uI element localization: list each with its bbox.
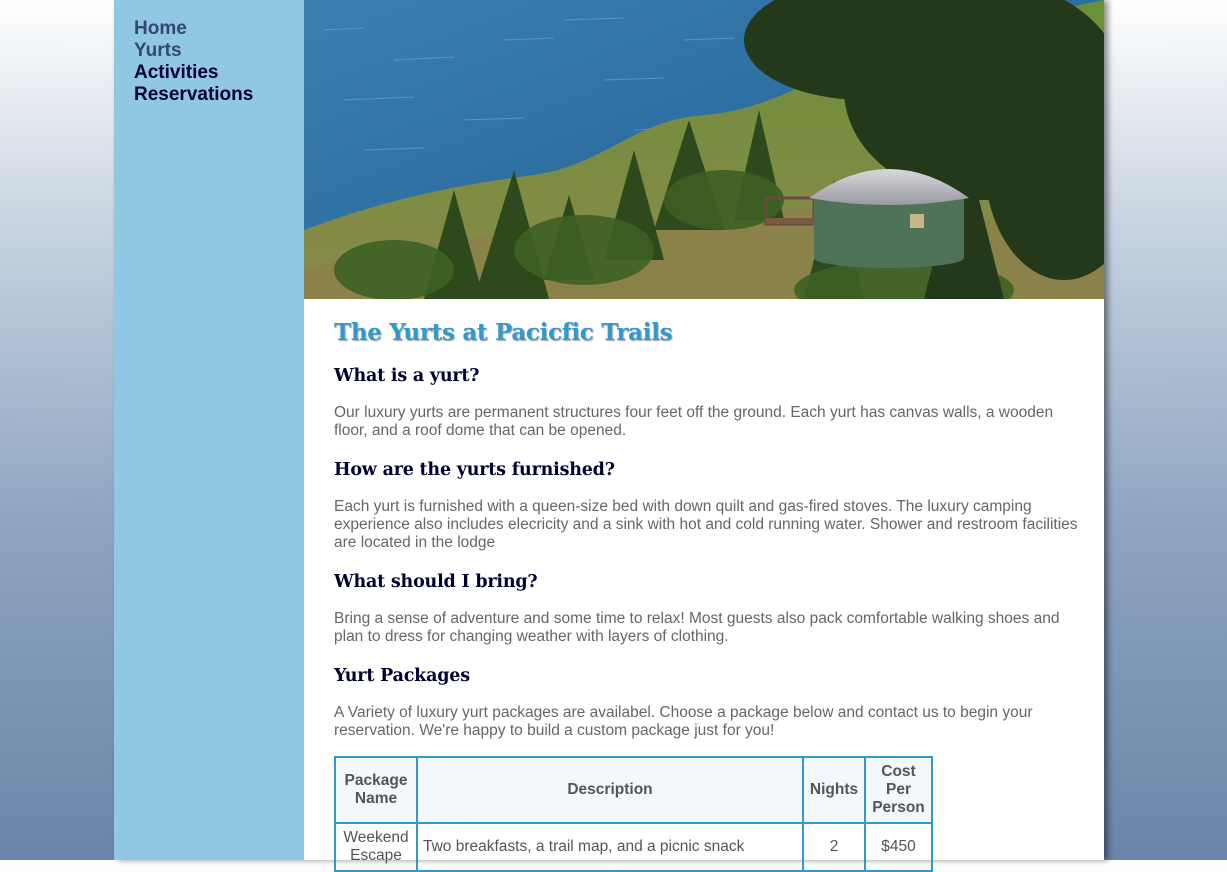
header-cost: Cost Per Person bbox=[864, 756, 933, 824]
table-row: Weekend Escape Two breakfasts, a trail m… bbox=[334, 822, 933, 872]
section-text-bring: Bring a sense of adventure and some time… bbox=[334, 610, 1060, 645]
cell-cost: $450 bbox=[864, 822, 933, 872]
section-text-furnished: Each yurt is furnished with a queen-size… bbox=[334, 498, 1078, 551]
nav-link-reservations[interactable]: Reservations bbox=[134, 84, 304, 106]
section-heading-what-is-yurt: What is a yurt? bbox=[334, 366, 480, 386]
hero-image-yurt-coast bbox=[304, 0, 1104, 299]
section-heading-packages: Yurt Packages bbox=[334, 666, 470, 686]
table-header-row: Package Name Description Nights Cost Per… bbox=[334, 756, 933, 824]
nav-link-yurts[interactable]: Yurts bbox=[134, 40, 304, 62]
cell-description: Two breakfasts, a trail map, and a picni… bbox=[416, 822, 804, 872]
page-wrapper: Home Yurts Activities Reservations The Y… bbox=[114, 0, 1104, 872]
header-package-name: Package Name bbox=[334, 756, 418, 824]
header-nights: Nights bbox=[802, 756, 866, 824]
section-heading-bring: What should I bring? bbox=[334, 572, 538, 592]
nav-link-home[interactable]: Home bbox=[134, 18, 304, 40]
page-title: The Yurts at Pacicfic Trails bbox=[334, 319, 673, 346]
cell-nights: 2 bbox=[802, 822, 866, 872]
main-nav: Home Yurts Activities Reservations bbox=[134, 18, 304, 106]
section-heading-furnished: How are the yurts furnished? bbox=[334, 460, 615, 480]
section-text-packages: A Variety of luxury yurt packages are av… bbox=[334, 704, 1033, 739]
nav-link-activities[interactable]: Activities bbox=[134, 62, 304, 84]
header-description: Description bbox=[416, 756, 804, 824]
main-content: The Yurts at Pacicfic Trails What is a y… bbox=[304, 299, 1104, 872]
packages-table: Package Name Description Nights Cost Per… bbox=[334, 756, 933, 872]
section-text-what-is-yurt: Our luxury yurts are permanent structure… bbox=[334, 404, 1054, 439]
cell-package-name: Weekend Escape bbox=[334, 822, 418, 872]
